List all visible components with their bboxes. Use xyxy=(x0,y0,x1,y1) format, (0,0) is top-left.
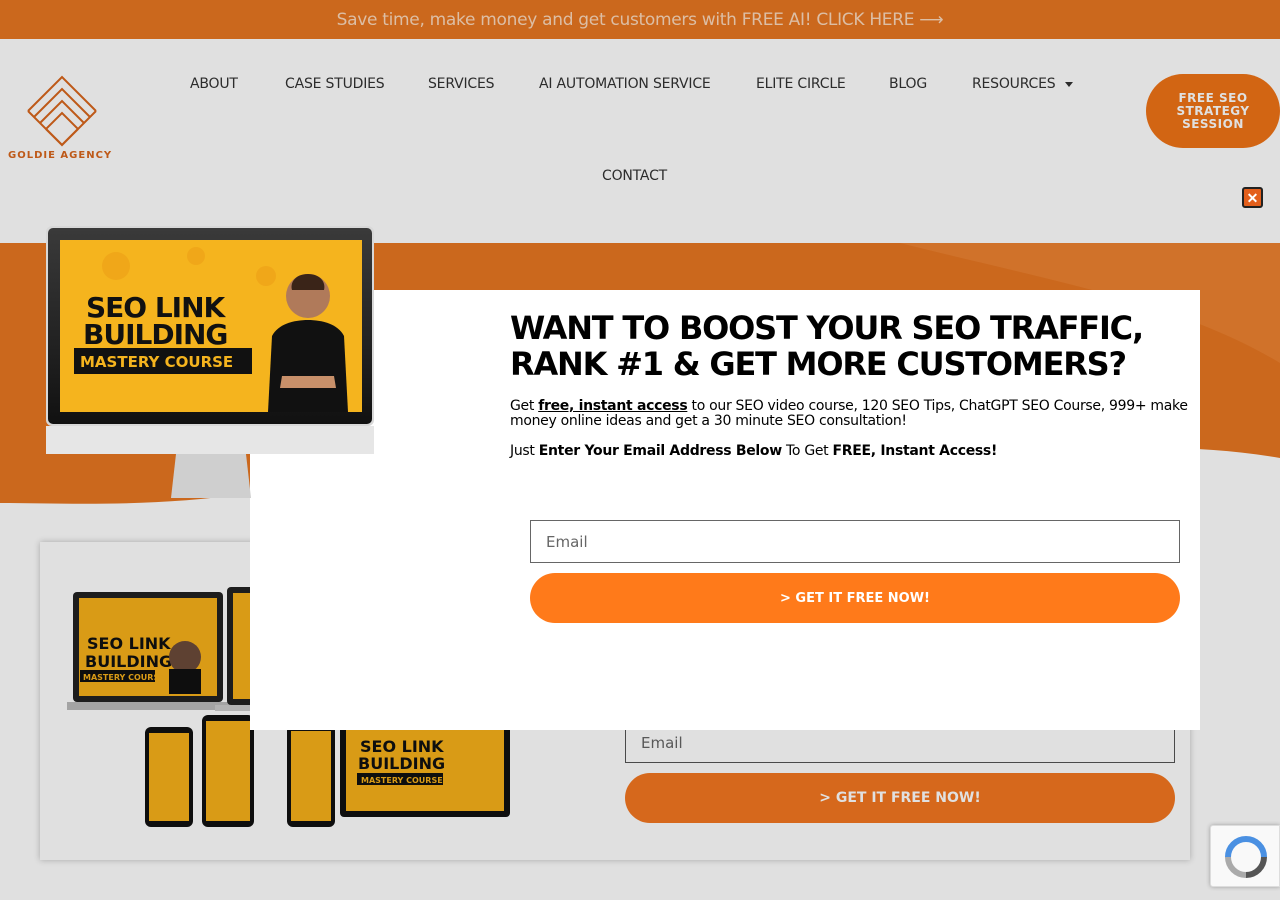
popup-desc2-bold1: Enter Your Email Address Below xyxy=(538,443,782,459)
popup-desc2-mid: To Get xyxy=(781,443,833,459)
signup-popup: WANT TO BOOST YOUR SEO TRAFFIC, RANK #1 … xyxy=(250,290,1200,730)
popup-desc2-bold2: FREE, Instant Access! xyxy=(832,443,998,459)
popup-email-input[interactable]: Email xyxy=(530,520,1180,563)
close-popup-button[interactable]: ✕ xyxy=(1242,187,1263,208)
popup-get-it-free-button[interactable]: > GET IT FREE NOW! xyxy=(530,573,1180,623)
recaptcha-icon xyxy=(1225,836,1267,878)
popup-desc-prefix: Get xyxy=(510,398,539,414)
close-icon: ✕ xyxy=(1246,189,1259,206)
course-monitor-image: SEO LINK BUILDING MASTERY COURSE xyxy=(46,226,374,498)
popup-description: Get free, instant access to our SEO vide… xyxy=(510,399,1200,429)
popup-title: WANT TO BOOST YOUR SEO TRAFFIC, RANK #1 … xyxy=(510,309,1144,383)
popup-desc2-prefix: Just xyxy=(510,443,539,459)
monitor-ribbon: MASTERY COURSE xyxy=(80,353,233,371)
recaptcha-badge[interactable] xyxy=(1210,825,1280,887)
popup-instruction: Just Enter Your Email Address Below To G… xyxy=(510,444,1200,459)
monitor-title-2: BUILDING xyxy=(83,318,227,351)
popup-desc-link[interactable]: free, instant access xyxy=(538,398,687,414)
